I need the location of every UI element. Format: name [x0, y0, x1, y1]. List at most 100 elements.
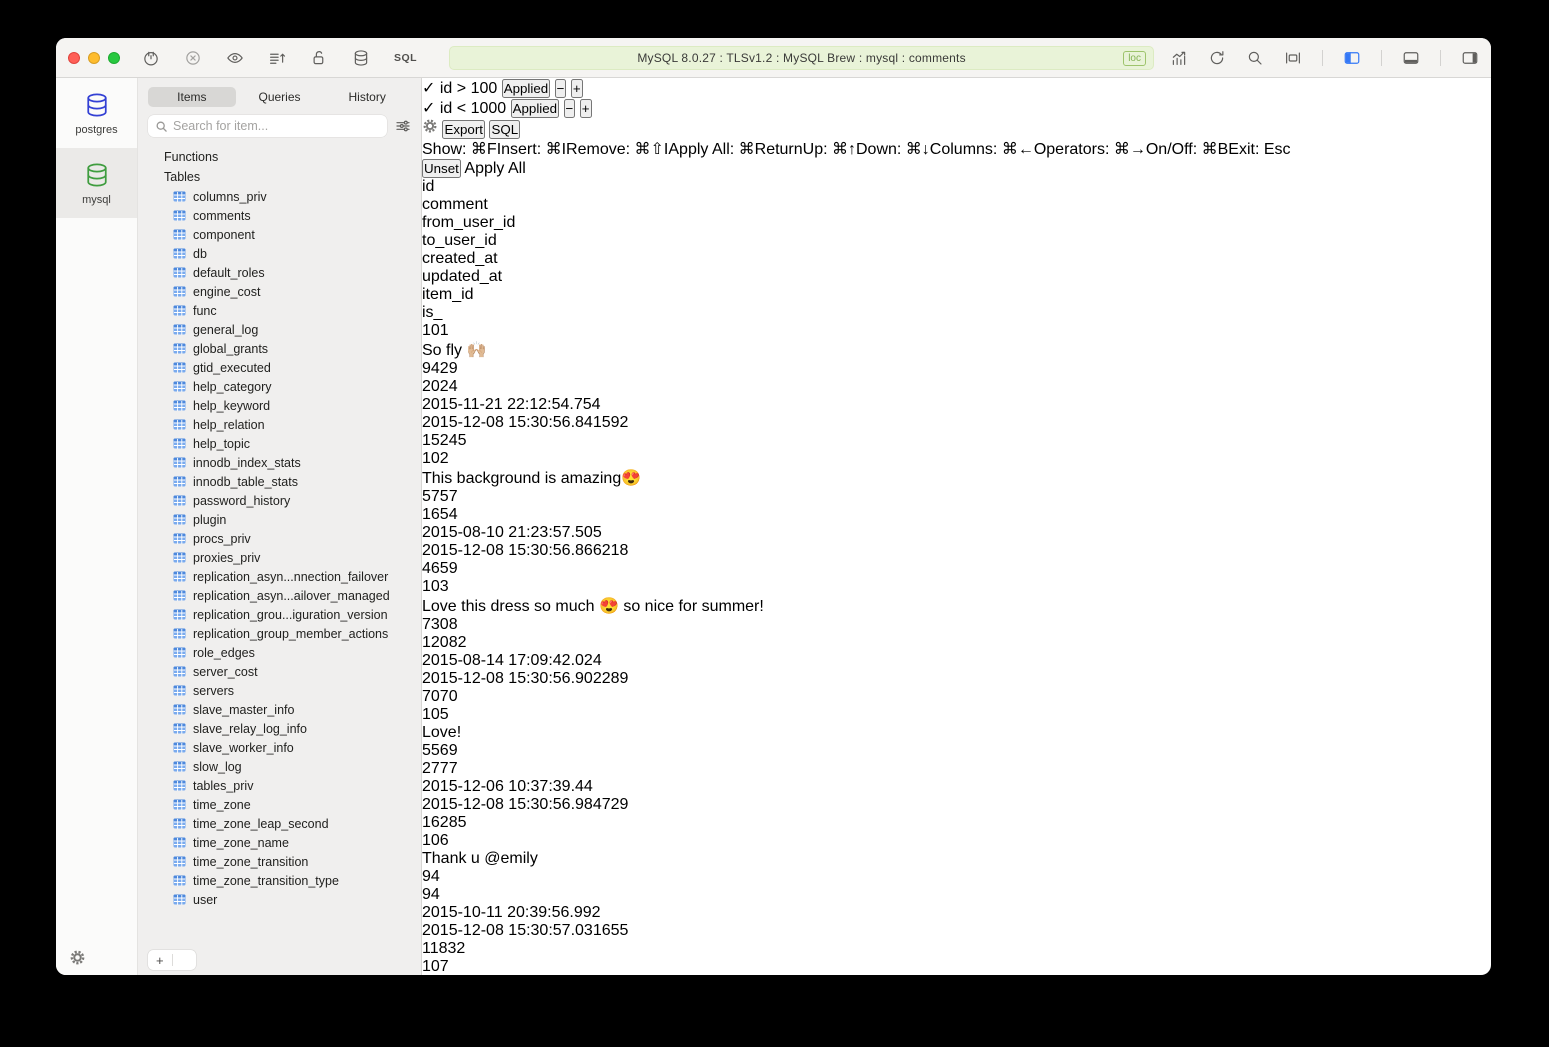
sidebar-table-item[interactable]: user: [150, 890, 421, 909]
sidebar-table-item[interactable]: plugin: [150, 510, 421, 529]
sql-editor-button[interactable]: SQL: [394, 52, 417, 64]
table-row[interactable]: 106Thank u @emily94942015-10-11 20:39:56…: [422, 832, 1291, 958]
sidebar-table-item[interactable]: procs_priv: [150, 529, 421, 548]
tab-items[interactable]: Items: [148, 87, 236, 107]
sidebar-table-item[interactable]: replication_grou...iguration_version: [150, 605, 421, 624]
remove-filter-button[interactable]: −: [564, 99, 576, 118]
sidebar-table-item[interactable]: db: [150, 244, 421, 263]
filter-operator-select[interactable]: <: [457, 100, 466, 117]
table-cell[interactable]: 2015-08-10 21:23:57.505: [422, 524, 1291, 542]
sidebar-table-item[interactable]: help_category: [150, 377, 421, 396]
table-cell[interactable]: 2015-12-08 15:30:56.841592: [422, 414, 1291, 432]
table-cell[interactable]: 103: [422, 578, 1291, 596]
sidebar-table-item[interactable]: component: [150, 225, 421, 244]
search-icon[interactable]: [1246, 49, 1264, 67]
remove-filter-button[interactable]: −: [555, 79, 567, 98]
sidebar-table-item[interactable]: time_zone_name: [150, 833, 421, 852]
table-cell[interactable]: 4659: [422, 560, 1291, 578]
sidebar-table-item[interactable]: gtid_executed: [150, 358, 421, 377]
table-cell[interactable]: 2777: [422, 760, 1291, 778]
fit-width-icon[interactable]: [1284, 49, 1302, 67]
table-cell[interactable]: 102: [422, 450, 1291, 468]
column-header[interactable]: comment: [422, 196, 1291, 214]
zoom-window-button[interactable]: [108, 52, 120, 64]
sidebar-table-item[interactable]: global_grants: [150, 339, 421, 358]
table-cell[interactable]: 16285: [422, 814, 1291, 832]
filter-value-input[interactable]: 100: [471, 80, 498, 97]
table-cell[interactable]: Love this dress so much 😍 so nice for su…: [422, 596, 1291, 616]
sidebar-table-item[interactable]: replication_asyn...nnection_failover: [150, 567, 421, 586]
sidebar-table-item[interactable]: slave_master_info: [150, 700, 421, 719]
sidebar-table-item[interactable]: comments: [150, 206, 421, 225]
applied-button[interactable]: Applied: [511, 99, 559, 118]
sidebar-table-item[interactable]: servers: [150, 681, 421, 700]
table-cell[interactable]: 1654: [422, 506, 1291, 524]
sidebar-table-item[interactable]: help_keyword: [150, 396, 421, 415]
toggle-right-panel-icon[interactable]: [1461, 49, 1479, 67]
sidebar-table-item[interactable]: help_topic: [150, 434, 421, 453]
tree-group-functions[interactable]: Functions: [150, 147, 421, 167]
sidebar-table-item[interactable]: help_relation: [150, 415, 421, 434]
tree-group-tables[interactable]: Tables: [150, 167, 421, 187]
sidebar-table-item[interactable]: general_log: [150, 320, 421, 339]
column-header[interactable]: from_user_id: [422, 214, 1291, 232]
sidebar-table-item[interactable]: server_cost: [150, 662, 421, 681]
sidebar-table-item[interactable]: slave_worker_info: [150, 738, 421, 757]
table-cell[interactable]: 9429: [422, 360, 1291, 378]
table-row[interactable]: 102This background is amazing😍5757165420…: [422, 450, 1291, 578]
table-row[interactable]: 105Love!556927772015-12-06 10:37:39.4420…: [422, 706, 1291, 832]
table-cell[interactable]: 2015-12-08 15:30:56.984729: [422, 796, 1291, 814]
table-cell[interactable]: 94: [422, 886, 1291, 904]
toggle-left-panel-icon[interactable]: [1343, 49, 1361, 67]
column-header[interactable]: item_id: [422, 286, 1291, 304]
sidebar-table-item[interactable]: func: [150, 301, 421, 320]
settings-gear-icon[interactable]: [69, 949, 86, 966]
sidebar-table-item[interactable]: proxies_priv: [150, 548, 421, 567]
table-row[interactable]: 107❤️❤️❤️556952162015-11-24 22:02:58.828…: [422, 958, 1291, 975]
table-cell[interactable]: Love!: [422, 724, 1291, 742]
connection-mysql[interactable]: mysql: [56, 148, 137, 218]
sidebar-table-item[interactable]: columns_priv: [150, 187, 421, 206]
column-header[interactable]: is_: [422, 304, 1291, 322]
refresh-icon[interactable]: [1208, 49, 1226, 67]
sql-button[interactable]: SQL: [489, 120, 520, 139]
column-header[interactable]: id: [422, 178, 1291, 196]
table-cell[interactable]: This background is amazing😍: [422, 468, 1291, 488]
table-cell[interactable]: 15245: [422, 432, 1291, 450]
unset-button[interactable]: Unset: [422, 159, 461, 178]
filter-enabled-checkbox[interactable]: ✓: [422, 80, 435, 97]
apply-all-dropdown[interactable]: [530, 160, 537, 177]
table-cell[interactable]: 12082: [422, 634, 1291, 652]
log-list-icon[interactable]: [268, 49, 286, 67]
search-input[interactable]: Search for item...: [148, 115, 387, 137]
table-cell[interactable]: 7070: [422, 688, 1291, 706]
export-button[interactable]: Export: [442, 120, 485, 139]
sidebar-table-item[interactable]: password_history: [150, 491, 421, 510]
table-cell[interactable]: 2015-12-08 15:30:56.902289: [422, 670, 1291, 688]
filter-value-input[interactable]: 1000: [471, 100, 507, 117]
table-cell[interactable]: 2015-10-11 20:39:56.992: [422, 904, 1291, 922]
table-cell[interactable]: 11832: [422, 940, 1291, 958]
disconnect-icon[interactable]: [184, 49, 202, 67]
column-header[interactable]: to_user_id: [422, 232, 1291, 250]
table-cell[interactable]: So fly 🙌🏼: [422, 340, 1291, 360]
table-cell[interactable]: 5757: [422, 488, 1291, 506]
tab-queries[interactable]: Queries: [236, 87, 324, 107]
database-icon[interactable]: [352, 49, 370, 67]
sidebar-table-item[interactable]: slave_relay_log_info: [150, 719, 421, 738]
minimize-window-button[interactable]: [88, 52, 100, 64]
table-row[interactable]: 103Love this dress so much 😍 so nice for…: [422, 578, 1291, 706]
sidebar-table-item[interactable]: engine_cost: [150, 282, 421, 301]
eye-icon[interactable]: [226, 49, 244, 67]
sidebar-table-item[interactable]: time_zone_transition: [150, 852, 421, 871]
filter-enabled-checkbox[interactable]: ✓: [422, 100, 435, 117]
filter-tune-icon[interactable]: [395, 118, 411, 134]
table-cell[interactable]: 2015-11-21 22:12:54.754: [422, 396, 1291, 414]
table-cell[interactable]: 2015-08-14 17:09:42.024: [422, 652, 1291, 670]
close-window-button[interactable]: [68, 52, 80, 64]
sidebar-table-item[interactable]: default_roles: [150, 263, 421, 282]
table-cell[interactable]: 105: [422, 706, 1291, 724]
tab-history[interactable]: History: [323, 87, 411, 107]
filter-column-select[interactable]: id: [440, 100, 452, 117]
table-cell[interactable]: 107: [422, 958, 1291, 975]
